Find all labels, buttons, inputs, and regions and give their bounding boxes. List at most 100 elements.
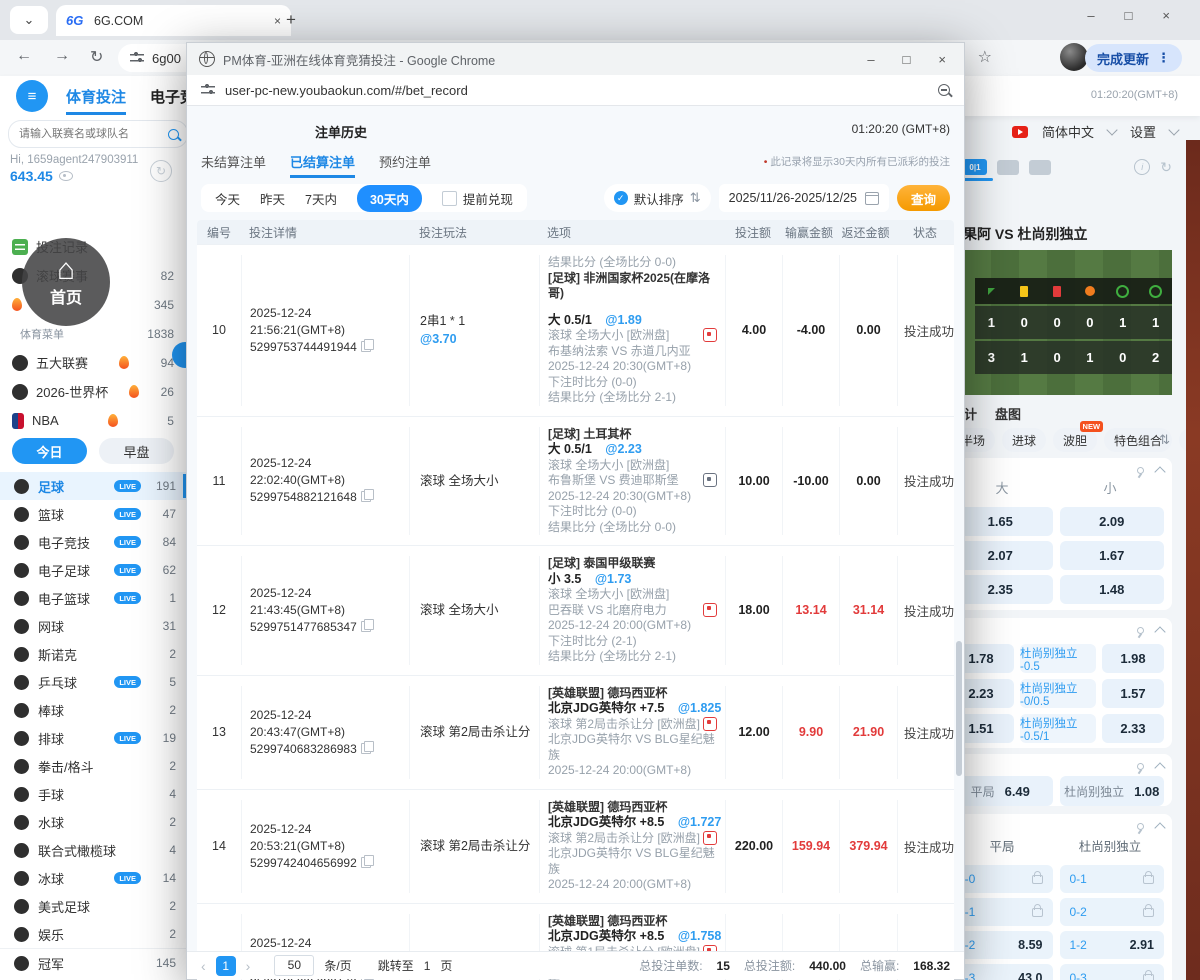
eye-icon[interactable] xyxy=(58,171,73,181)
checkbox[interactable] xyxy=(441,190,457,206)
tab-settled[interactable]: 已结算注单 xyxy=(290,152,356,178)
sidebar-sport-item[interactable]: 手球 4 xyxy=(0,780,186,808)
copy-icon[interactable] xyxy=(360,338,374,352)
sort-dropdown[interactable]: ✓ 默认排序 ⇅ xyxy=(603,184,711,212)
pin-icon[interactable] xyxy=(1137,762,1144,770)
sidebar-sport-item[interactable]: 棒球 2 xyxy=(0,696,186,724)
handicap-label[interactable]: 杜尚别独立 -0.5/1 xyxy=(1020,714,1096,743)
tab-search-chevron-icon[interactable]: ⌄ xyxy=(10,6,48,34)
new-tab-button[interactable]: + xyxy=(286,10,296,30)
match-tracker-icon[interactable] xyxy=(703,830,717,845)
collapse-icon[interactable] xyxy=(1154,761,1166,774)
bookmark-star-icon[interactable]: ☆ xyxy=(978,47,992,67)
search-input[interactable] xyxy=(17,127,168,141)
kebab-menu-icon[interactable]: ⋮ xyxy=(1157,50,1170,66)
collapse-icon[interactable] xyxy=(1154,821,1166,834)
early-market-button[interactable]: 早盘 xyxy=(99,438,174,464)
sidebar-sport-item[interactable]: 斯诺克 2 xyxy=(0,640,186,668)
chrome-update-button[interactable]: 完成更新 ⋮ xyxy=(1084,44,1182,72)
away-odds-button[interactable]: 1.57 xyxy=(1102,679,1164,708)
profile-avatar[interactable] xyxy=(1060,43,1088,71)
forward-icon[interactable]: → xyxy=(54,47,70,65)
filter-today[interactable]: 今天 xyxy=(215,189,240,208)
score-odds-button[interactable]: 0-3 xyxy=(1059,964,1164,980)
score-odds-button[interactable]: 0-2 xyxy=(1059,898,1164,926)
sidebar-sport-item[interactable]: 冠军 145 xyxy=(0,948,186,977)
info-icon[interactable]: i xyxy=(1134,159,1151,175)
nav-sports-betting[interactable]: 体育投注 xyxy=(66,86,127,115)
collapse-icon[interactable] xyxy=(1154,625,1166,638)
handicap-label[interactable]: 杜尚别独立 -0/0.5 xyxy=(1020,679,1096,708)
minimize-icon[interactable]: – xyxy=(867,52,874,67)
match-tracker-icon[interactable] xyxy=(703,473,717,487)
popup-scrollbar-thumb[interactable] xyxy=(956,641,962,776)
tab-close-icon[interactable]: × xyxy=(274,14,281,28)
market-pill[interactable]: 波胆 NEW xyxy=(1053,421,1104,452)
filter-yesterday[interactable]: 昨天 xyxy=(260,189,285,208)
sidebar-menu-item[interactable]: 体育菜单 1838 xyxy=(0,319,186,348)
away-odds-button[interactable]: 2.33 xyxy=(1102,714,1164,743)
tab-animation[interactable] xyxy=(997,159,1019,175)
sort-icon[interactable]: ⇅ xyxy=(1159,432,1170,448)
sidebar-sport-item[interactable]: 冰球 LIVE 14 xyxy=(0,864,186,892)
copy-icon[interactable] xyxy=(360,618,374,632)
refresh-odds-icon[interactable]: ↻ xyxy=(1160,159,1172,176)
score-odds-button[interactable]: 0-1 xyxy=(1059,865,1164,893)
collapse-icon[interactable] xyxy=(1154,465,1166,478)
sidebar-sport-item[interactable]: 足球 LIVE 191 xyxy=(0,472,186,500)
away-odds-button[interactable]: 1.98 xyxy=(1102,644,1164,673)
sidebar-sport-item[interactable]: 网球 31 xyxy=(0,612,186,640)
tab-unsettled[interactable]: 未结算注单 xyxy=(201,152,266,171)
search-icon[interactable] xyxy=(168,128,179,140)
sidebar-sport-item[interactable]: 娱乐 2 xyxy=(0,920,186,948)
sidebar-menu-item[interactable]: 2026-世界杯 26 xyxy=(0,377,186,406)
tab-reserved[interactable]: 预约注单 xyxy=(379,152,431,171)
copy-icon[interactable] xyxy=(360,489,374,503)
sidebar-sport-item[interactable]: 电子足球 LIVE 62 xyxy=(0,556,186,584)
league-search[interactable] xyxy=(8,120,188,148)
sidebar-sport-item[interactable]: 乒乓球 LIVE 5 xyxy=(0,668,186,696)
pin-icon[interactable] xyxy=(1137,466,1144,474)
back-icon[interactable]: ← xyxy=(16,47,32,65)
maximize-icon[interactable]: □ xyxy=(1125,8,1133,23)
sidebar-sport-item[interactable]: 排球 LIVE 19 xyxy=(0,724,186,752)
match-tracker-icon[interactable] xyxy=(703,716,717,731)
close-icon[interactable]: × xyxy=(1162,8,1170,23)
floating-home-button[interactable]: ⌂ 首页 xyxy=(22,238,110,326)
pin-icon[interactable] xyxy=(1137,822,1144,830)
match-tracker-icon[interactable] xyxy=(703,602,717,617)
page-size-input[interactable]: 50 xyxy=(274,955,315,976)
copy-icon[interactable] xyxy=(360,740,374,754)
sidebar-sport-item[interactable]: 拳击/格斗 2 xyxy=(0,752,186,780)
sidebar-sport-item[interactable]: 篮球 LIVE 47 xyxy=(0,500,186,528)
filter-30days[interactable]: 30天内 xyxy=(356,184,422,212)
sidebar-sport-item[interactable]: 联合式橄榄球 4 xyxy=(0,836,186,864)
tab-scoreboard[interactable]: 0|1 xyxy=(963,159,987,175)
jump-page-value[interactable]: 1 xyxy=(424,959,431,973)
reload-icon[interactable]: ↻ xyxy=(90,47,103,67)
date-range-picker[interactable]: 2025/11/26-2025/12/25 xyxy=(718,184,889,212)
sidebar-sport-item[interactable]: 电子竞技 LIVE 84 xyxy=(0,528,186,556)
next-page-icon[interactable]: › xyxy=(246,958,251,974)
score-odds-button[interactable]: 1-2 2.91 xyxy=(1059,931,1164,959)
sidebar-sport-item[interactable]: 美式足球 2 xyxy=(0,892,186,920)
tab-market[interactable]: 盘图 xyxy=(995,404,1021,423)
sidebar-sport-item[interactable]: 电子篮球 LIVE 1 xyxy=(0,584,186,612)
sidebar-menu-item[interactable]: NBA 5 xyxy=(0,406,186,435)
close-icon[interactable]: × xyxy=(938,52,946,67)
handicap-label[interactable]: 杜尚别独立 -0.5 xyxy=(1020,644,1096,673)
pin-icon[interactable] xyxy=(1137,626,1144,634)
search-button[interactable]: 查询 xyxy=(896,185,950,211)
sidebar-menu-item[interactable]: 五大联赛 94 xyxy=(0,348,186,377)
popup-address-bar[interactable]: user-pc-new.youbaokun.com/#/bet_record xyxy=(187,75,964,106)
hamburger-menu-icon[interactable]: ≡ xyxy=(16,80,48,112)
current-page[interactable]: 1 xyxy=(215,955,236,976)
prev-page-icon[interactable]: ‹ xyxy=(201,958,206,974)
tab-video[interactable] xyxy=(1029,159,1051,175)
maximize-icon[interactable]: □ xyxy=(903,52,911,67)
under-odds-button[interactable]: 1.48 xyxy=(1059,575,1164,604)
filter-7days[interactable]: 7天内 xyxy=(305,189,337,208)
under-odds-button[interactable]: 1.67 xyxy=(1059,541,1164,570)
popup-title-bar[interactable]: PM体育-亚洲在线体育竞猜投注 - Google Chrome – □ × xyxy=(187,43,964,75)
market-pill[interactable]: 进球 xyxy=(1002,428,1047,452)
